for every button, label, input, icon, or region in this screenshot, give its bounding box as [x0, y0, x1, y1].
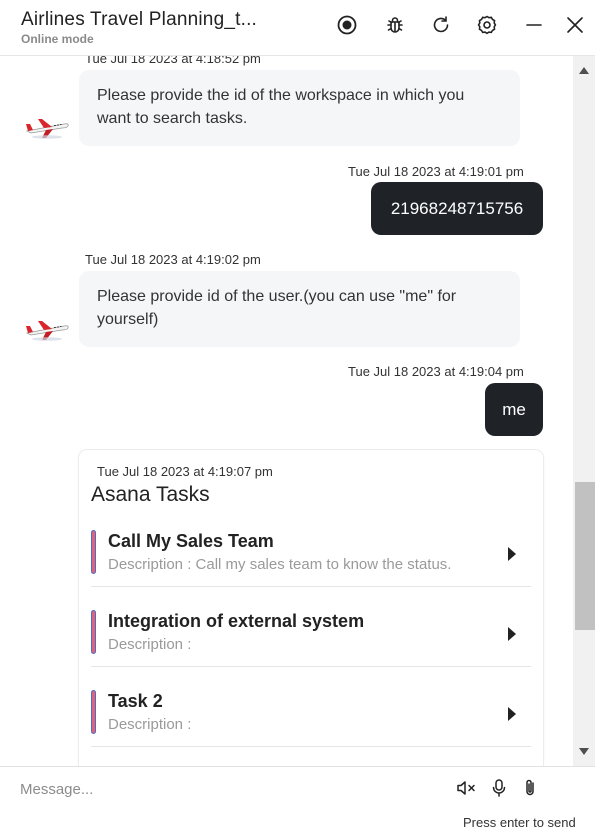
bot-avatar-airplane-icon: [24, 112, 70, 142]
window-title: Airlines Travel Planning_t...: [21, 9, 258, 30]
chevron-right-icon[interactable]: [507, 546, 517, 562]
task-name: Task 2: [108, 691, 163, 711]
scroll-up-arrow-icon[interactable]: [578, 65, 590, 75]
send-hint: Press enter to send: [463, 815, 576, 830]
task-name: Integration of external system: [108, 611, 365, 631]
message-text: 21968248715756: [390, 198, 524, 218]
bot-avatar-airplane-icon: [24, 314, 70, 344]
minimize-icon[interactable]: [522, 13, 546, 37]
connection-status: Online mode: [21, 32, 94, 46]
settings-icon[interactable]: [475, 13, 499, 37]
task-item[interactable]: Integration of external system Descripti…: [91, 602, 531, 667]
scrollbar-thumb[interactable]: [575, 482, 595, 630]
message-timestamp: Tue Jul 18 2023 at 4:19:01 pm: [348, 164, 524, 179]
chat-scrollbar[interactable]: [573, 56, 595, 766]
chevron-right-icon[interactable]: [507, 706, 517, 722]
message-timestamp: Tue Jul 18 2023 at 4:18:52 pm: [85, 56, 261, 66]
bug-icon[interactable]: [383, 13, 407, 37]
chat-messages: Tue Jul 18 2023 at 4:18:52 pm Please pro…: [0, 56, 573, 766]
task-description: Description :: [108, 716, 192, 733]
chat-header: Airlines Travel Planning_t... Online mod…: [0, 0, 595, 56]
mute-icon[interactable]: [455, 777, 477, 799]
message-composer: Press enter to send: [0, 766, 595, 832]
card-title: Asana Tasks: [91, 483, 210, 506]
task-name: Call My Sales Team: [108, 531, 274, 551]
message-text: Please provide the id of the workspace i…: [97, 87, 465, 127]
record-icon[interactable]: [335, 13, 359, 37]
microphone-icon[interactable]: [488, 777, 510, 799]
task-description: Description : Call my sales team to know…: [108, 556, 452, 573]
attachment-icon[interactable]: [519, 777, 541, 799]
task-color-bar: [91, 610, 96, 654]
task-item[interactable]: Task 2 Description :: [91, 682, 531, 747]
message-text: Please provide id of the user.(you can u…: [97, 288, 457, 328]
message-timestamp: Tue Jul 18 2023 at 4:19:02 pm: [85, 252, 261, 267]
bot-message-bubble: Please provide the id of the workspace i…: [79, 70, 520, 146]
close-icon[interactable]: [563, 13, 587, 37]
message-input[interactable]: [20, 777, 440, 801]
scroll-down-arrow-icon[interactable]: [578, 747, 590, 757]
message-text: me: [502, 399, 526, 419]
message-timestamp: Tue Jul 18 2023 at 4:19:04 pm: [348, 364, 524, 379]
card-timestamp: Tue Jul 18 2023 at 4:19:07 pm: [97, 464, 273, 479]
task-item[interactable]: Call My Sales Team Description : Call my…: [91, 522, 531, 587]
refresh-icon[interactable]: [429, 13, 453, 37]
asana-tasks-card: Tue Jul 18 2023 at 4:19:07 pm Asana Task…: [79, 450, 543, 766]
task-description: Description :: [108, 636, 192, 653]
user-message-bubble: me: [485, 383, 543, 436]
task-color-bar: [91, 690, 96, 734]
task-color-bar: [91, 530, 96, 574]
user-message-bubble: 21968248715756: [371, 182, 543, 235]
bot-message-bubble: Please provide id of the user.(you can u…: [79, 271, 520, 347]
chevron-right-icon[interactable]: [507, 626, 517, 642]
